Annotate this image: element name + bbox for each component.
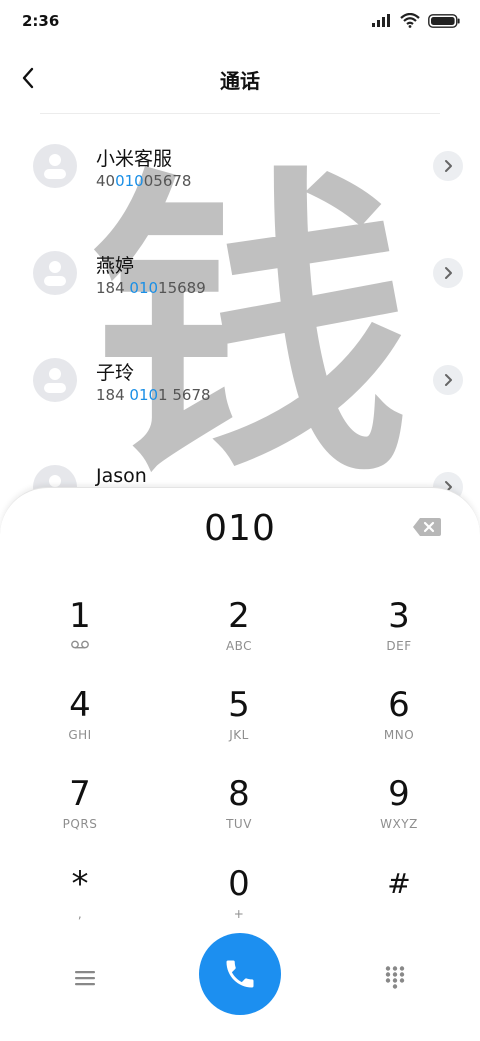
key-letters: WXYZ	[380, 817, 418, 831]
key-digit: #	[387, 867, 411, 900]
key-letters: JKL	[229, 728, 249, 742]
contact-name: 子玲	[96, 362, 135, 384]
dialer-sheet: 010 1 2 ABC 3 DEF 4 GHI 5 JKL 6 MNO 7 PQ…	[0, 487, 480, 1041]
menu-icon	[75, 971, 95, 986]
key-2[interactable]: 2 ABC	[179, 596, 299, 676]
key-digit: 2	[228, 596, 250, 636]
dialed-number: 010	[204, 508, 276, 549]
contact-name: Jason	[96, 465, 147, 487]
contact-row[interactable]: 燕婷 184 01015689	[0, 225, 480, 325]
key-digit: 4	[69, 685, 91, 725]
call-button[interactable]	[199, 933, 281, 1015]
dialer-bottom-bar	[0, 933, 480, 1023]
number-match: 010	[115, 172, 144, 190]
key-letters: ,	[77, 907, 83, 921]
contact-number: 184 01015689	[96, 279, 206, 297]
number-suffix: 15689	[158, 279, 206, 297]
key-4[interactable]: 4 GHI	[20, 685, 140, 765]
number-suffix: 1 5678	[158, 386, 211, 404]
backspace-icon	[413, 518, 441, 536]
status-bar: 2:36	[0, 0, 480, 44]
contact-row[interactable]: 小米客服 4001005678	[0, 118, 480, 218]
avatar	[33, 144, 77, 188]
dialpad-toggle-button[interactable]	[378, 961, 412, 995]
key-1[interactable]: 1	[20, 596, 140, 676]
key-0[interactable]: 0 +	[179, 864, 299, 944]
avatar	[33, 358, 77, 402]
key-6[interactable]: 6 MNO	[339, 685, 459, 765]
chevron-right-icon	[445, 374, 452, 386]
chevron-right-icon	[445, 160, 452, 172]
avatar	[33, 251, 77, 295]
signal-icon	[372, 14, 390, 27]
key-8[interactable]: 8 TUV	[179, 774, 299, 854]
key-digit: 0	[228, 864, 250, 904]
number-prefix: 40	[96, 172, 116, 190]
key-digit: 8	[228, 774, 250, 814]
contact-info-button[interactable]	[433, 365, 463, 395]
contact-number: 4001005678	[96, 172, 191, 190]
key-letters: TUV	[226, 817, 252, 831]
number-prefix: 184	[96, 386, 130, 404]
key-letters: +	[233, 907, 245, 921]
wifi-icon	[400, 13, 420, 28]
contact-info-button[interactable]	[433, 258, 463, 288]
number-match: 010	[129, 386, 159, 404]
contact-name: 燕婷	[96, 255, 135, 277]
key-digit: 9	[388, 774, 410, 814]
key-letters: ABC	[225, 639, 253, 653]
page-title: 通话	[220, 69, 260, 93]
key-digit: *	[71, 864, 89, 904]
key-7[interactable]: 7 PQRS	[20, 774, 140, 854]
key-digit: 7	[69, 774, 91, 814]
key-digit: 6	[388, 685, 410, 725]
key-digit: 1	[69, 596, 91, 636]
contact-number: 184 0101 5678	[96, 386, 211, 404]
dialpad-icon	[385, 966, 405, 989]
contact-info-button[interactable]	[433, 151, 463, 181]
status-icons	[372, 13, 460, 28]
number-prefix: 184	[96, 279, 130, 297]
key-letters: DEF	[386, 639, 412, 653]
key-letters: PQRS	[62, 817, 98, 831]
key-star[interactable]: * ,	[20, 864, 140, 944]
voicemail-icon	[20, 640, 140, 649]
number-suffix: 05678	[143, 172, 192, 190]
number-match: 010	[129, 279, 159, 297]
header: 通话	[0, 50, 480, 110]
header-divider	[40, 113, 440, 114]
status-time: 2:36	[22, 12, 60, 30]
chevron-right-icon	[445, 267, 452, 279]
key-letters: GHI	[68, 728, 92, 742]
contact-name: 小米客服	[96, 148, 173, 170]
backspace-button[interactable]	[412, 517, 442, 539]
key-digit: 3	[388, 596, 410, 636]
contact-row[interactable]: 子玲 184 0101 5678	[0, 332, 480, 432]
key-5[interactable]: 5 JKL	[179, 685, 299, 765]
key-hash[interactable]: #	[339, 864, 459, 944]
menu-button[interactable]	[68, 963, 102, 993]
key-9[interactable]: 9 WXYZ	[339, 774, 459, 854]
key-3[interactable]: 3 DEF	[339, 596, 459, 676]
battery-icon	[428, 13, 460, 28]
key-digit: 5	[228, 685, 250, 725]
key-letters: MNO	[383, 728, 415, 742]
phone-icon	[226, 960, 254, 988]
